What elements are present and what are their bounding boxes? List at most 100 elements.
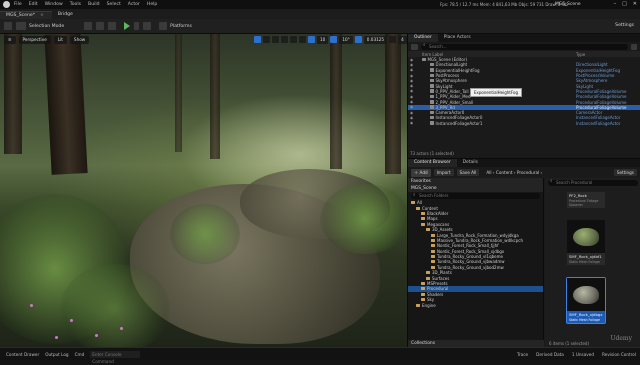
tab-label: MGS_Scene* [6,13,36,18]
perspective-button[interactable]: Perspective [18,36,51,44]
asset-grid: Search Procedural PF2_Rock Procedural Fo… [545,178,640,348]
save-icon[interactable] [4,22,12,30]
tab-details[interactable]: Details [457,159,484,167]
visibility-eye-icon[interactable]: ◉ [410,95,416,99]
rotate-snap-value[interactable]: 10° [339,36,353,44]
visibility-eye-icon[interactable]: ◉ [410,121,416,125]
save-all-button[interactable]: Save All [456,169,480,176]
visibility-eye-icon[interactable]: ◉ [410,74,416,78]
show-button[interactable]: Show [69,36,90,44]
cmd-dropdown[interactable]: Cmd [75,352,85,357]
asset-tile[interactable]: PF2_Rock Procedural Foliage Spawner [567,192,605,208]
cinematics-icon[interactable] [108,22,117,30]
tab-content-browser[interactable]: Content Browser [408,159,457,167]
grid-snap-value[interactable]: 10 [317,36,329,44]
close-icon[interactable]: ✕ [633,1,637,7]
select-tool-icon[interactable] [254,36,261,43]
output-log-button[interactable]: Output Log [45,352,68,357]
folder-tree-item[interactable]: Engine [408,302,543,308]
tab-outliner[interactable]: Outliner [408,34,438,42]
folder-icon [426,228,430,232]
surface-snap-icon[interactable] [299,36,306,43]
rotate-tool-icon[interactable] [272,36,279,43]
visibility-eye-icon[interactable]: ◉ [410,100,416,104]
add-content-icon[interactable] [84,22,93,30]
col-type[interactable]: Type [576,52,585,57]
visibility-eye-icon[interactable]: ◉ [410,63,416,67]
menu-tools[interactable]: Tools [70,2,81,7]
play-icon[interactable] [124,22,131,30]
menu-edit[interactable]: Edit [29,2,38,7]
outliner-settings-icon[interactable] [631,43,637,50]
unreal-logo-icon[interactable] [3,1,10,8]
folder-icon [421,282,425,286]
maximize-icon[interactable]: □ [622,1,627,7]
col-item-label[interactable]: Item Label [422,52,443,57]
visibility-eye-icon[interactable]: ◉ [410,84,416,88]
flower [120,327,123,330]
selection-mode-icon[interactable] [16,22,26,30]
breadcrumb-procedural[interactable]: Procedural [517,170,539,175]
scale-snap-value[interactable]: 0.03125 [363,36,388,44]
visibility-eye-icon[interactable]: ◉ [410,58,416,62]
level-viewport[interactable] [0,34,407,347]
outliner-row[interactable]: ◉ InstancedFoliageActor1 InstancedFoliageA… [408,121,640,126]
visibility-eye-icon[interactable]: ◉ [410,68,416,72]
platforms-dropdown[interactable]: Platforms [170,24,192,29]
asset-name: SMF_Rock_xjdbf1 [567,253,605,260]
lit-button[interactable]: Lit [53,36,67,44]
content-drawer-button[interactable]: Content Drawer [6,352,39,357]
cb-settings-button[interactable]: Settings [613,169,637,176]
revision-control-button[interactable]: Revision Control [602,352,636,357]
tab-bridge[interactable]: Bridge [52,11,81,19]
trace-button[interactable]: Trace [517,352,528,357]
asset-search-input[interactable]: Search Procedural [548,179,638,186]
visibility-eye-icon[interactable]: ◉ [410,116,416,120]
world-space-icon[interactable] [290,36,297,43]
unsaved-button[interactable]: 1 Unsaved [572,352,594,357]
tab-mgs-scene[interactable]: MGS_Scene* × [0,11,52,19]
console-input[interactable]: Enter Console Command [90,350,141,364]
import-button[interactable]: Import [433,169,454,176]
favorites-section[interactable]: Favorites [408,178,543,185]
breadcrumb-content[interactable]: Content [496,170,513,175]
play-options-icon[interactable] [134,22,140,30]
camera-speed-value[interactable]: 4 [398,36,407,44]
menu-build[interactable]: Build [88,2,100,7]
minimize-icon[interactable]: – [614,1,617,7]
breadcrumb-all[interactable]: All [486,170,491,175]
tab-place-actors[interactable]: Place Actors [438,34,477,42]
platforms-icon[interactable] [159,22,168,30]
close-tab-icon[interactable]: × [40,13,44,18]
add-filter-icon[interactable] [411,43,418,50]
flower [95,334,98,337]
menu-actor[interactable]: Actor [128,2,140,7]
menu-help[interactable]: Help [147,2,157,7]
grid-snap-icon[interactable] [308,36,315,43]
folder-icon [421,222,425,226]
project-section[interactable]: MGS_Scene [408,185,543,192]
stop-icon[interactable] [143,22,152,30]
visibility-eye-icon[interactable]: ◉ [410,111,416,115]
blueprint-icon[interactable] [96,22,105,30]
scale-snap-icon[interactable] [354,36,362,43]
rotate-snap-icon[interactable] [330,36,338,43]
visibility-eye-icon[interactable]: ◉ [410,79,416,83]
menu-window[interactable]: Window [45,2,63,7]
derived-data-button[interactable]: Derived Data [536,352,564,357]
asset-tile-selected[interactable]: SMF_Rock_xjdbgx Static Mesh Foliage [566,277,606,324]
menu-select[interactable]: Select [107,2,121,7]
camera-speed-icon[interactable] [389,36,397,43]
scale-tool-icon[interactable] [281,36,288,43]
add-button[interactable]: ＋ Add [411,168,431,177]
folder-search-input[interactable]: Search Folders [411,193,540,199]
visibility-eye-icon[interactable]: ◉ [410,89,416,93]
outliner-search-input[interactable]: Search... [421,43,628,50]
asset-tile[interactable]: SMF_Rock_xjdbf1 Static Mesh Foliage [567,220,605,265]
visibility-eye-icon[interactable]: ◉ [410,105,416,109]
translate-tool-icon[interactable] [263,36,270,43]
menu-file[interactable]: File [14,2,22,7]
settings-button[interactable]: Settings [615,23,634,28]
selection-mode-dropdown[interactable]: Selection Mode [29,24,64,29]
viewport-menu-icon[interactable]: ≡ [4,36,16,44]
